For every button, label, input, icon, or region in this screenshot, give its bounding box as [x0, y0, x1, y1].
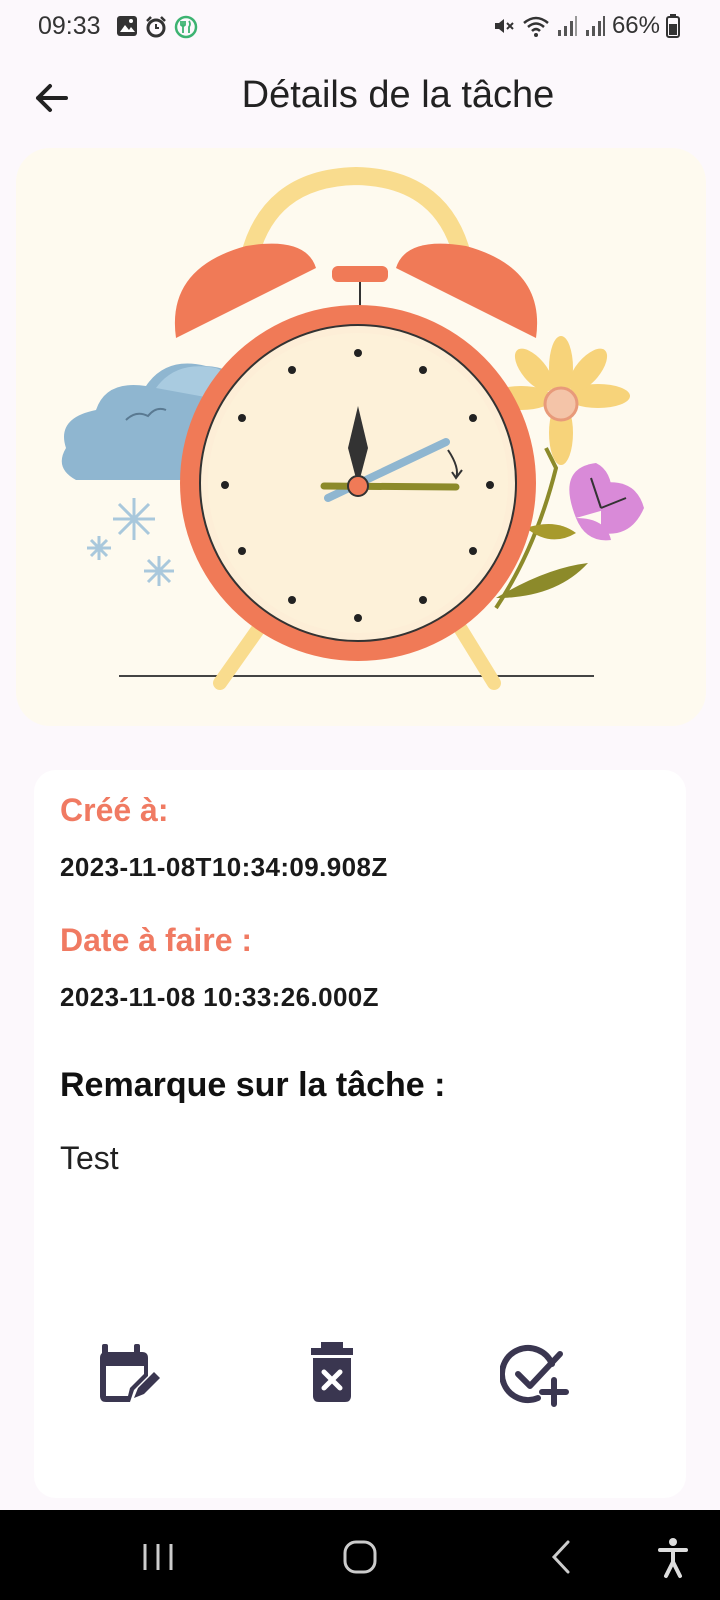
home-icon — [343, 1540, 377, 1574]
action-bar — [34, 1340, 686, 1430]
back-icon — [551, 1540, 570, 1574]
due-date-value: 2023-11-08 10:33:26.000Z — [60, 982, 379, 1012]
task-details-card: Créé à: 2023-11-08T10:34:09.908Z Date à … — [34, 770, 686, 1498]
remark-label: Remarque sur la tâche : — [60, 1066, 446, 1104]
status-time: 09:33 — [38, 12, 101, 40]
home-button[interactable] — [335, 1532, 385, 1582]
alarm-icon — [146, 16, 166, 38]
delete-button[interactable] — [297, 1340, 367, 1410]
battery-level: 66% — [611, 12, 660, 39]
recents-icon — [143, 1544, 173, 1570]
nav-back-button[interactable] — [536, 1532, 586, 1582]
edit-date-button[interactable] — [94, 1340, 164, 1410]
recents-button[interactable] — [133, 1532, 183, 1582]
calendar-edit-icon — [100, 1344, 160, 1402]
task-illustration — [16, 148, 706, 726]
system-nav-bar — [0, 1510, 720, 1600]
due-date-label: Date à faire : — [60, 922, 253, 958]
page-title: Détails de la tâche — [241, 74, 555, 116]
accessibility-button[interactable] — [648, 1532, 698, 1582]
created-label: Créé à: — [60, 792, 169, 828]
signal-icon — [557, 16, 577, 36]
mute-icon — [494, 19, 514, 33]
delete-icon — [311, 1342, 353, 1402]
image-icon — [117, 16, 137, 36]
created-value: 2023-11-08T10:34:09.908Z — [60, 852, 388, 882]
snowflake-illustration — [87, 498, 174, 586]
status-bar: 09:33 66% — [0, 0, 720, 54]
add-complete-button[interactable] — [499, 1340, 570, 1410]
wifi-icon — [523, 16, 549, 37]
restaurant-icon — [174, 15, 198, 39]
check-add-icon — [499, 1345, 569, 1407]
remark-value: Test — [60, 1140, 119, 1176]
accessibility-icon — [658, 1538, 688, 1578]
app-bar: Détails de la tâche — [0, 56, 720, 140]
battery-icon — [666, 14, 680, 38]
signal-icon — [585, 16, 605, 36]
